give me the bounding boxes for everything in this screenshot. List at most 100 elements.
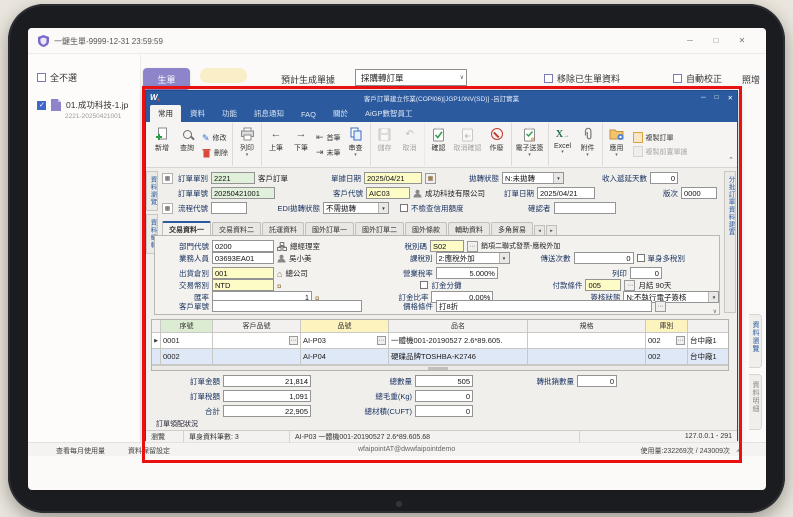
void-icon	[491, 128, 503, 140]
save-button[interactable]: 儲存	[373, 125, 397, 153]
confirm-button[interactable]: 確認	[427, 125, 451, 153]
defer-days-label: 收入遞延天數	[585, 173, 647, 184]
erp-maximize-button[interactable]: □	[715, 91, 719, 104]
browse-button[interactable]	[655, 301, 666, 312]
col-warehouse[interactable]: 庫別	[646, 320, 688, 333]
customer-doc-no-label: 客戶單號	[159, 301, 209, 312]
ribbon-tab-notify[interactable]: 訊息通知	[246, 105, 292, 122]
copy-previous-doc-button[interactable]: 複製前置單據	[632, 147, 688, 157]
doc-no-field[interactable]: 20250421001	[211, 187, 275, 199]
void-button[interactable]: 作廢	[485, 125, 509, 153]
doc-date-field[interactable]: 2025/04/21	[364, 172, 422, 184]
calendar-icon[interactable]	[425, 173, 436, 184]
flow-code-field[interactable]	[211, 202, 247, 214]
auto-correct-checkbox[interactable]: 自動校正	[673, 72, 722, 85]
right-strip-batch-order[interactable]: 分批訂單資料建置	[724, 171, 736, 313]
next-record-button[interactable]: 下筆	[289, 125, 313, 153]
list-item[interactable]: 01.成功科技-1.jp 2221-20250421001	[37, 99, 141, 120]
order-date-field[interactable]: 2025/04/21	[537, 187, 595, 199]
ribbon-tab-about[interactable]: 關於	[325, 105, 356, 122]
col-customer-part[interactable]: 客戶品號	[213, 320, 301, 333]
esign-button[interactable]: e 電子送簽	[514, 125, 546, 157]
credit-check-checkbox[interactable]	[400, 204, 408, 212]
edit-button[interactable]: 修改	[202, 133, 228, 144]
cancel-button[interactable]: 取消	[398, 125, 422, 153]
copy-order-button[interactable]: 複製訂單	[632, 133, 688, 143]
app-maximize-button[interactable]: □	[710, 34, 722, 46]
transfer-status-select[interactable]: N:未拋轉	[502, 172, 564, 184]
expected-doc-select[interactable]: 採購轉訂單 ∨	[355, 69, 467, 86]
cell-browse-button[interactable]	[377, 336, 386, 345]
print-button[interactable]: 列印	[235, 125, 259, 157]
grid-row[interactable]: 0002 AI-P04 硬碟品牌TOSHBA-K2746 002 台中廠1	[152, 349, 728, 365]
app-minimize-button[interactable]: ─	[684, 34, 696, 46]
last-record-button[interactable]: 末筆	[316, 147, 341, 158]
generate-button[interactable]: 生單	[143, 68, 190, 90]
batch-qty-field: 0	[577, 375, 617, 387]
credit-check-label: 不檢查信用額度	[411, 203, 464, 214]
first-record-button[interactable]: 首筆	[316, 132, 341, 143]
tax-type-select[interactable]: 2:應稅外加	[436, 252, 510, 264]
price-terms-field[interactable]: 打8折	[436, 300, 652, 312]
apply-button[interactable]: 應用	[605, 125, 629, 157]
svg-text:e: e	[531, 135, 534, 142]
col-part-name[interactable]: 品名	[389, 320, 528, 333]
edi-status-select[interactable]: 不需拋轉	[323, 202, 389, 214]
usage-link[interactable]: 查看每月使用量	[56, 446, 105, 456]
excel-button[interactable]: X→ Excel	[551, 125, 575, 154]
dropdown-caret-icon	[528, 153, 531, 157]
prev-record-button[interactable]: 上筆	[264, 125, 288, 153]
left-tab-data-browse[interactable]: 資料瀏覽	[146, 171, 158, 211]
ribbon-collapse-button[interactable]	[728, 156, 734, 164]
app-close-button[interactable]: ✕	[736, 34, 748, 46]
col-part-no[interactable]: 品號	[301, 320, 389, 333]
dept-field[interactable]: 0200	[212, 240, 274, 252]
cell-browse-button[interactable]	[289, 336, 298, 345]
ribbon-tab-faq[interactable]: FAQ	[293, 107, 324, 122]
browse-button[interactable]	[162, 173, 173, 184]
ribbon-tab-aigp[interactable]: AiGP數智員工	[357, 105, 421, 122]
right-tab-data-detail[interactable]: 資料明細	[749, 374, 762, 430]
customer-code-field[interactable]: AIC03	[366, 187, 410, 199]
dept-name: 總經理室	[290, 241, 320, 252]
remove-generated-checkbox[interactable]: 移除已生單資料	[544, 72, 620, 85]
attachment-button[interactable]: 附件	[576, 125, 600, 157]
customer-doc-no-field[interactable]	[212, 300, 362, 312]
ribbon-tab-function[interactable]: 功能	[214, 105, 245, 122]
browse-button[interactable]	[162, 203, 173, 214]
col-spec[interactable]: 規格	[528, 320, 646, 333]
erp-minimize-button[interactable]: ─	[701, 91, 706, 104]
query-button[interactable]: 查詢	[175, 125, 199, 153]
cell-browse-button[interactable]	[676, 336, 685, 345]
browse-button[interactable]	[467, 241, 478, 252]
unconfirm-button[interactable]: 取消確認	[452, 125, 484, 153]
ribbon-tab-data[interactable]: 資料	[182, 105, 213, 122]
version-field[interactable]: 0000	[681, 187, 717, 199]
clipboard-check-icon	[432, 125, 445, 143]
multi-tax-label: 單身多稅別	[648, 253, 686, 264]
delete-button[interactable]: 刪除	[202, 148, 228, 158]
confirmer-field[interactable]	[554, 202, 616, 214]
ribbon-tab-home[interactable]: 常用	[150, 105, 181, 122]
send-count-field[interactable]: 0	[574, 252, 634, 264]
status-row-count: 單身資料筆數: 3	[184, 431, 290, 442]
data-retention-link[interactable]: 資料保留設定	[128, 446, 170, 456]
multi-tax-checkbox[interactable]	[637, 254, 645, 262]
select-none-checkbox[interactable]: 全不選	[37, 71, 77, 84]
grid-horizontal-scrollbar[interactable]	[152, 365, 728, 370]
col-seq[interactable]: 序號	[161, 320, 213, 333]
bottom-tab-order-status[interactable]: 訂單領配狀況	[156, 419, 198, 430]
tax-code-note: 銷項二聯式發票-應稅外加	[481, 241, 560, 251]
clipboard-undo-icon	[461, 125, 474, 143]
salesperson-field[interactable]: 03693EA01	[212, 252, 274, 264]
add-button[interactable]: 新增	[150, 125, 174, 153]
tax-code-field[interactable]: S02	[430, 240, 464, 252]
extra-action-label[interactable]: 照增	[742, 73, 760, 86]
serial-query-button[interactable]: 串查	[344, 125, 368, 157]
right-tab-data-browse[interactable]: 資料瀏覽	[749, 314, 762, 368]
grid-row[interactable]: 0001 AI-P03 一體機001-20190527 2.6*89.605. …	[152, 333, 728, 349]
doc-type-field[interactable]: 2221	[211, 172, 255, 184]
scroll-down-icon[interactable]	[713, 308, 717, 315]
defer-days-field[interactable]: 0	[650, 172, 678, 184]
erp-close-button[interactable]: ✕	[728, 91, 733, 104]
